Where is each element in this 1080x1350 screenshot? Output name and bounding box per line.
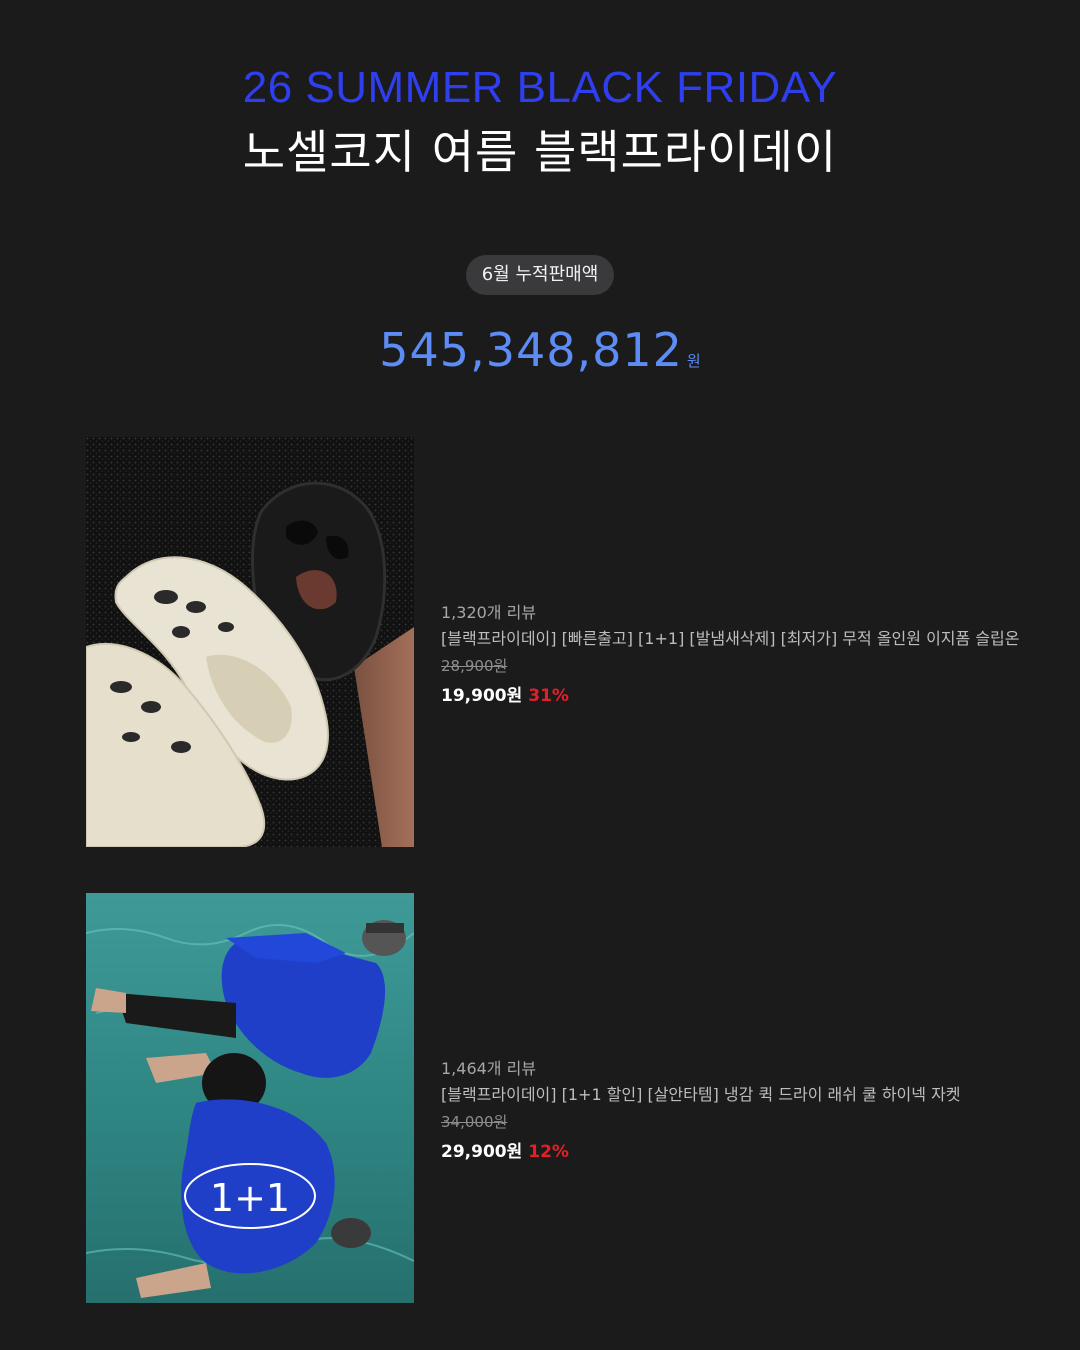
original-price: 28,900원 — [441, 657, 508, 675]
sales-amount-unit: 원 — [686, 352, 701, 370]
sandal-photo-icon — [86, 437, 414, 847]
sale-price: 19,900원 — [441, 686, 523, 706]
sales-amount-value: 545,348,812 — [379, 323, 683, 377]
monthly-sales-label: 6월 누적판매액 — [466, 255, 614, 295]
sale-price: 29,900원 — [441, 1142, 523, 1162]
price-row: 29,900원 12% — [441, 1137, 1061, 1167]
product-name[interactable]: [블랙프라이데이] [빠른출고] [1+1] [발냄새삭제] [최저가] 무적 … — [441, 625, 1061, 653]
event-title-en: 26 SUMMER BLACK FRIDAY — [242, 63, 838, 112]
product-info[interactable]: 1,320개 리뷰 [블랙프라이데이] [빠른출고] [1+1] [발냄새삭제]… — [441, 437, 1061, 847]
review-count: 1,320개 리뷰 — [441, 603, 537, 622]
price-row: 19,900원 31% — [441, 681, 1061, 711]
product-image-sandals[interactable] — [86, 437, 414, 847]
discount-rate: 31% — [528, 686, 569, 706]
discount-rate: 12% — [528, 1142, 569, 1162]
original-price: 34,000원 — [441, 1113, 508, 1131]
event-title-ko: 노셀코지 여름 블랙프라이데이 — [242, 125, 838, 179]
bundle-badge: 1+1 — [210, 1176, 290, 1220]
product-card[interactable]: 1,320개 리뷰 [블랙프라이데이] [빠른출고] [1+1] [발냄새삭제]… — [86, 437, 1046, 847]
product-name[interactable]: [블랙프라이데이] [1+1 할인] [살안타템] 냉감 퀵 드라이 래쉬 쿨 … — [441, 1081, 1061, 1109]
product-card[interactable]: 1+1 1,464개 리뷰 [블랙프라이데이] [1+1 할인] [살안타템] … — [86, 893, 1046, 1303]
product-info[interactable]: 1,464개 리뷰 [블랙프라이데이] [1+1 할인] [살안타템] 냉감 퀵… — [441, 893, 1061, 1303]
monthly-sales-amount: 545,348,812 원 — [0, 322, 1080, 389]
review-count: 1,464개 리뷰 — [441, 1059, 537, 1078]
product-image-jacket[interactable]: 1+1 — [86, 893, 414, 1303]
jacket-pool-photo-icon: 1+1 — [86, 893, 414, 1303]
